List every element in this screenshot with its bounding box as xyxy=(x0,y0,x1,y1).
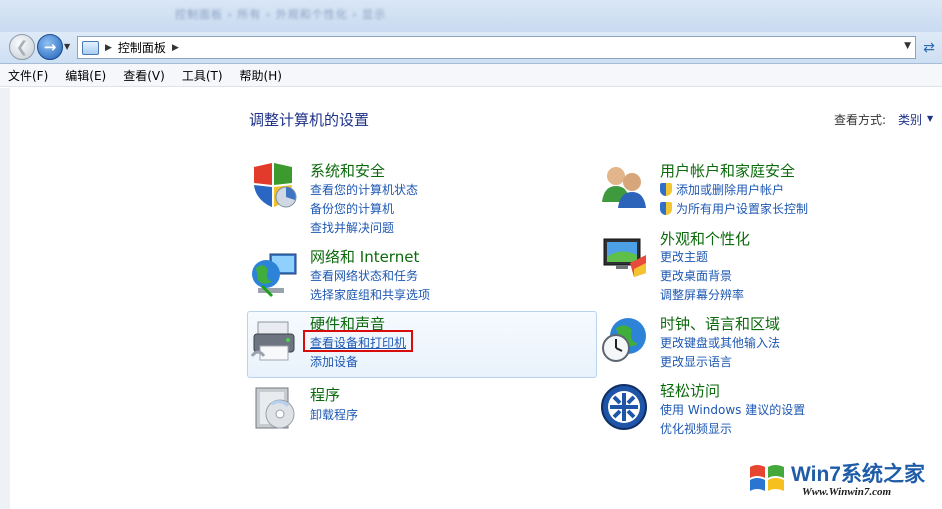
link-parental-controls-label: 为所有用户设置家长控制 xyxy=(676,202,809,216)
view-by-label: 查看方式: xyxy=(834,113,887,127)
category-appearance[interactable]: 外观和个性化 xyxy=(660,228,750,249)
menu-file[interactable]: 文件(F) xyxy=(8,67,48,84)
category-user-accounts[interactable]: 用户帐户和家庭安全 xyxy=(660,160,795,181)
category-clock-language-region[interactable]: 时钟、语言和区域 xyxy=(660,313,780,334)
link-backup-computer[interactable]: 备份您的计算机 xyxy=(310,200,394,217)
breadcrumb-arrow-icon[interactable]: ▶ xyxy=(105,43,112,53)
menu-edit[interactable]: 编辑(E) xyxy=(65,67,106,84)
refresh-icon[interactable]: ⇄ xyxy=(918,36,940,59)
menu-tools[interactable]: 工具(T) xyxy=(182,67,223,84)
menu-help[interactable]: 帮助(H) xyxy=(240,67,282,84)
link-add-remove-accounts-label: 添加或删除用户帐户 xyxy=(676,183,785,197)
category-network-internet[interactable]: 网络和 Internet xyxy=(310,246,419,267)
link-optimize-display[interactable]: 优化视频显示 xyxy=(660,420,732,437)
address-bar[interactable]: ▶ 控制面板 ▶ ▼ xyxy=(77,36,916,59)
title-bar: 控制面板 › 所有 › 外观和个性化 › 显示 xyxy=(0,0,942,32)
page-title: 调整计算机的设置 xyxy=(249,111,370,129)
link-change-background[interactable]: 更改桌面背景 xyxy=(660,267,732,284)
link-parental-controls[interactable]: 为所有用户设置家长控制 xyxy=(660,200,808,217)
appearance-monitor-icon[interactable] xyxy=(600,233,648,281)
content-area xyxy=(10,88,942,509)
uac-shield-icon xyxy=(660,183,672,196)
menu-view[interactable]: 查看(V) xyxy=(123,67,165,84)
recent-pages-chevron-down-icon[interactable]: ▼ xyxy=(64,42,70,51)
left-pane-edge xyxy=(0,88,10,509)
address-dropdown-icon[interactable]: ▼ xyxy=(904,41,911,51)
link-add-remove-accounts[interactable]: 添加或删除用户帐户 xyxy=(660,181,784,198)
breadcrumb-arrow-icon[interactable]: ▶ xyxy=(172,43,179,53)
category-system-security[interactable]: 系统和安全 xyxy=(310,160,385,181)
link-screen-resolution[interactable]: 调整屏幕分辨率 xyxy=(660,286,744,303)
watermark-url: Www.Winwin7.com xyxy=(802,486,892,498)
windows-logo-icon xyxy=(750,465,784,491)
link-change-display-language[interactable]: 更改显示语言 xyxy=(660,353,732,370)
watermark: Win7系统之家 Www.Winwin7.com xyxy=(745,455,937,505)
watermark-brand: Win7系统之家 xyxy=(791,463,925,486)
ease-of-access-icon[interactable] xyxy=(600,383,648,431)
user-accounts-icon[interactable] xyxy=(600,162,648,210)
network-globe-icon[interactable] xyxy=(250,250,298,298)
clock-globe-icon[interactable] xyxy=(600,316,648,364)
link-troubleshoot[interactable]: 查找并解决问题 xyxy=(310,219,394,236)
control-panel-icon xyxy=(82,40,99,55)
highlight-frame xyxy=(303,330,413,352)
link-view-network-status[interactable]: 查看网络状态和任务 xyxy=(310,267,418,284)
category-ease-of-access[interactable]: 轻松访问 xyxy=(660,380,720,401)
view-by-chevron-down-icon[interactable]: ▼ xyxy=(927,114,933,123)
link-uninstall-program[interactable]: 卸载程序 xyxy=(310,406,358,423)
view-by-dropdown[interactable]: 类别 xyxy=(898,111,922,128)
hardware-category-hover-panel[interactable] xyxy=(247,311,597,378)
menu-bar: 文件(F) 编辑(E) 查看(V) 工具(T) 帮助(H) xyxy=(0,64,942,87)
category-programs[interactable]: 程序 xyxy=(310,384,340,405)
link-change-theme[interactable]: 更改主题 xyxy=(660,248,708,265)
link-add-device[interactable]: 添加设备 xyxy=(310,353,358,370)
link-recommended-settings[interactable]: 使用 Windows 建议的设置 xyxy=(660,401,805,418)
link-view-computer-status[interactable]: 查看您的计算机状态 xyxy=(310,181,418,198)
link-change-keyboard[interactable]: 更改键盘或其他输入法 xyxy=(660,334,780,351)
printer-icon[interactable] xyxy=(250,316,298,364)
navigation-bar: ❮ → ▼ ▶ 控制面板 ▶ ▼ ⇄ xyxy=(0,32,942,64)
forward-button[interactable]: → xyxy=(37,34,63,60)
back-button[interactable]: ❮ xyxy=(9,34,35,60)
system-security-shield-icon[interactable] xyxy=(250,161,298,209)
link-homegroup-sharing[interactable]: 选择家庭组和共享选项 xyxy=(310,286,430,303)
window-title: 控制面板 › 所有 › 外观和个性化 › 显示 xyxy=(175,8,387,21)
uac-shield-icon xyxy=(660,202,672,215)
programs-disc-icon[interactable] xyxy=(250,384,298,432)
breadcrumb-control-panel[interactable]: 控制面板 xyxy=(118,39,166,56)
